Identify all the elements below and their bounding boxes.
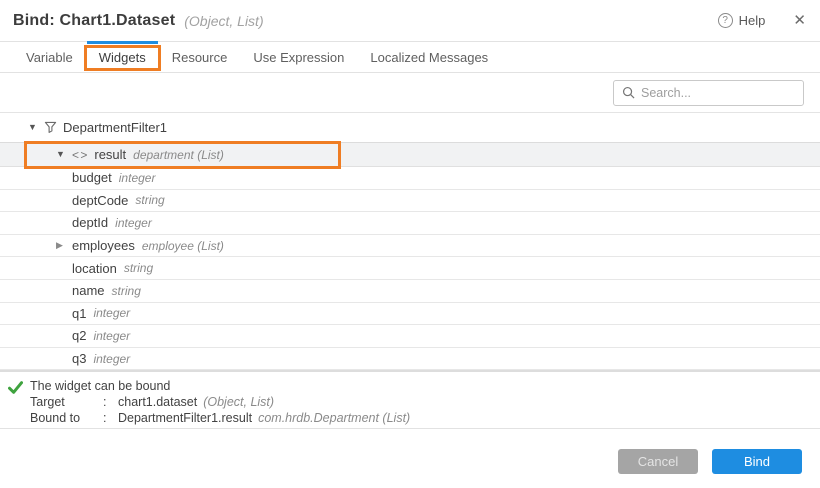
dialog-subtitle: (Object, List)	[184, 13, 263, 29]
tab-use-expression[interactable]: Use Expression	[240, 42, 357, 72]
dialog-footer: Cancel Bind	[0, 428, 820, 488]
chevron-right-icon[interactable]: ▶	[56, 241, 72, 250]
tree-row-label: name	[72, 283, 105, 298]
status-boundto-value: DepartmentFilter1.result	[118, 411, 252, 425]
tree-row-type: integer	[93, 306, 130, 320]
tree-row-label: q2	[72, 328, 86, 343]
tree-row-type: integer	[115, 216, 152, 230]
help-label[interactable]: Help	[739, 13, 766, 28]
tree-row-deptcode[interactable]: deptCode string	[0, 190, 820, 213]
tree-row-deptid[interactable]: deptId integer	[0, 212, 820, 235]
tab-variable[interactable]: Variable	[13, 42, 86, 72]
tree-row-label: q3	[72, 351, 86, 366]
tree-row-label: location	[72, 261, 117, 276]
status-target-label: Target	[30, 394, 103, 410]
tree-row-result-selected[interactable]: ▼ < > result department (List)	[0, 142, 820, 167]
search-box[interactable]	[613, 80, 804, 106]
help-icon[interactable]: ?	[718, 13, 733, 28]
search-toolbar	[0, 73, 820, 112]
help-button[interactable]: ? Help	[718, 13, 766, 28]
tree-row-label: deptCode	[72, 193, 128, 208]
tree-row-label: q1	[72, 306, 86, 321]
tree-row-type: string	[112, 284, 141, 298]
tree-row-name[interactable]: name string	[0, 280, 820, 303]
tab-bar: Variable Widgets Resource Use Expression…	[0, 41, 820, 73]
status-boundto-label: Bound to	[30, 410, 103, 426]
tree-row-employees[interactable]: ▶ employees employee (List)	[0, 235, 820, 258]
tree-row-label: employees	[72, 238, 135, 253]
status-target-row: Target:chart1.dataset(Object, List)	[30, 394, 820, 410]
tree-row-type: integer	[119, 171, 156, 185]
status-target-type: (Object, List)	[203, 395, 274, 409]
search-icon	[622, 86, 635, 99]
filter-icon	[44, 121, 57, 134]
search-input[interactable]	[641, 86, 795, 100]
widget-tree: ▼ DepartmentFilter1 ▼ < > result departm…	[0, 112, 820, 370]
tree-row-label: budget	[72, 170, 112, 185]
tab-localized-messages[interactable]: Localized Messages	[357, 42, 501, 72]
binding-status-panel: The widget can be bound Target:chart1.da…	[0, 370, 820, 428]
tree-row-type: string	[124, 261, 153, 275]
bind-dialog: Bind: Chart1.Dataset (Object, List) ? He…	[0, 0, 820, 488]
tree-row-label: result	[94, 147, 126, 162]
tree-row-label: deptId	[72, 215, 108, 230]
tree-row-q1[interactable]: q1 integer	[0, 303, 820, 326]
status-boundto-row: Bound to:DepartmentFilter1.resultcom.hrd…	[30, 410, 820, 426]
check-icon	[8, 381, 23, 399]
tab-widgets[interactable]: Widgets	[86, 42, 159, 72]
tree-row-location[interactable]: location string	[0, 257, 820, 280]
tree-row-q3[interactable]: q3 integer	[0, 348, 820, 371]
tree-row-departmentfilter1[interactable]: ▼ DepartmentFilter1	[0, 113, 820, 142]
chevron-down-icon[interactable]: ▼	[28, 123, 44, 132]
close-icon[interactable]: ✕	[793, 13, 806, 28]
tree-row-type: integer	[93, 329, 130, 343]
tree-row-type: integer	[93, 352, 130, 366]
cancel-button[interactable]: Cancel	[618, 449, 698, 474]
status-message: The widget can be bound	[30, 378, 820, 394]
tree-row-label: DepartmentFilter1	[63, 120, 167, 135]
dialog-title: Bind: Chart1.Dataset	[13, 12, 175, 30]
tab-resource[interactable]: Resource	[159, 42, 241, 72]
tree-row-type: employee (List)	[142, 239, 224, 253]
dialog-header: Bind: Chart1.Dataset (Object, List) ? He…	[0, 0, 820, 41]
tree-row-type: string	[135, 193, 164, 207]
tree-row-budget[interactable]: budget integer	[0, 167, 820, 190]
status-boundto-type: com.hrdb.Department (List)	[258, 411, 410, 425]
tree-row-q2[interactable]: q2 integer	[0, 325, 820, 348]
tree-row-type: department (List)	[133, 148, 224, 162]
object-type-icon: < >	[72, 149, 86, 161]
bind-button[interactable]: Bind	[712, 449, 802, 474]
status-target-value: chart1.dataset	[118, 395, 197, 409]
chevron-down-icon[interactable]: ▼	[56, 150, 72, 159]
